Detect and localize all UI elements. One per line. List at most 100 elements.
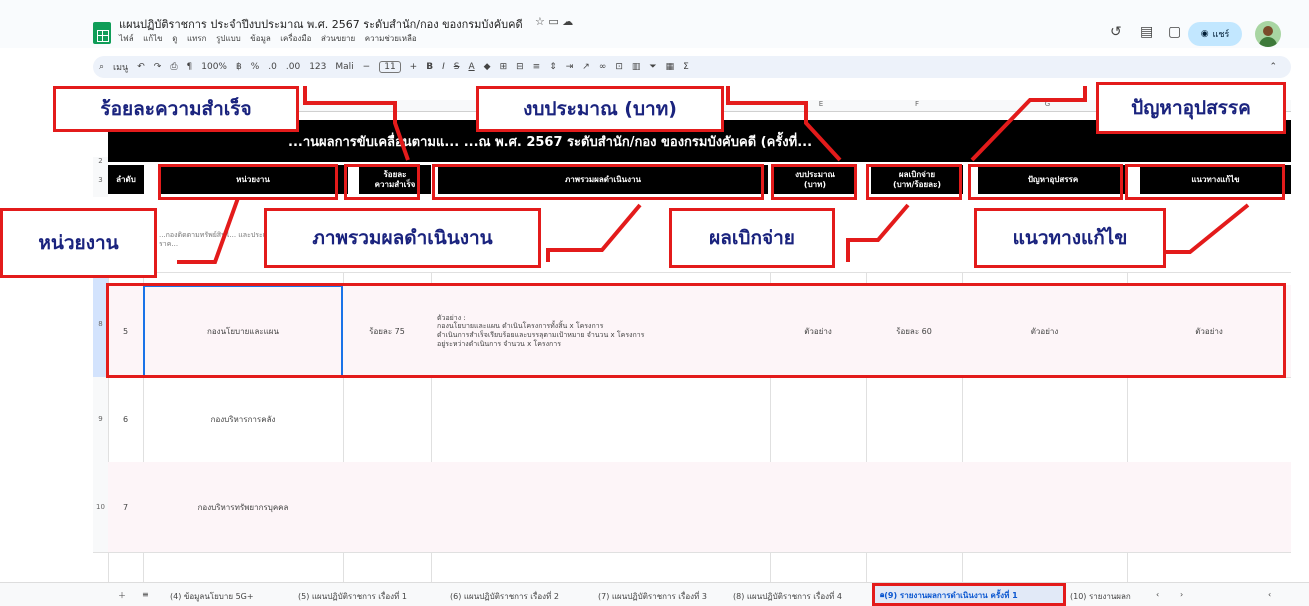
title-bar: แผนปฏิบัติราชการ ประจำปีงบประมาณ พ.ศ. 25… <box>0 0 1309 48</box>
bold-button[interactable]: B <box>426 62 433 72</box>
row-header[interactable]: 10 <box>93 462 108 552</box>
row-order[interactable]: 6 <box>108 377 143 462</box>
scroll-tabs-left-icon[interactable]: ‹ <box>1156 590 1159 599</box>
text-color-button[interactable]: A <box>468 62 474 72</box>
document-title[interactable]: แผนปฏิบัติราชการ ประจำปีงบประมาณ พ.ศ. 25… <box>119 15 523 33</box>
filter-icon[interactable]: ⏷ <box>649 62 656 72</box>
borders-icon[interactable]: ⊞ <box>500 62 508 72</box>
callout-unit: หน่วยงาน <box>0 208 157 278</box>
row-unit[interactable]: กองบริหารการคลัง <box>143 377 343 462</box>
paint-format-icon[interactable]: ¶ <box>187 62 193 72</box>
scroll-tabs-right-icon[interactable]: › <box>1180 590 1183 599</box>
number-format[interactable]: 123 <box>309 62 326 72</box>
highlight-summary-header <box>432 164 764 200</box>
sheet-tab[interactable]: (10) รายงานผลก <box>1070 590 1131 603</box>
avatar[interactable] <box>1255 21 1281 47</box>
fill-color-icon[interactable]: ◆ <box>484 62 491 72</box>
collapse-toolbar-icon[interactable]: ⌃ <box>1269 62 1277 72</box>
highlight-example-row <box>106 283 1286 378</box>
highlight-unit-header <box>158 164 338 200</box>
highlight-percent-header <box>344 164 420 200</box>
highlight-active-tab <box>872 583 1066 606</box>
menu-data[interactable]: ข้อมูล <box>250 34 270 43</box>
chart-icon[interactable]: ▥ <box>632 62 641 72</box>
row-order[interactable]: 7 <box>108 462 143 552</box>
wrap-icon[interactable]: ⇥ <box>566 62 574 72</box>
functions-button[interactable]: Σ <box>683 62 689 72</box>
zoom-select[interactable]: 100% <box>201 62 227 72</box>
callout-summary: ภาพรวมผลดำเนินงาน <box>264 208 541 268</box>
currency-format[interactable]: ฿ <box>236 62 242 72</box>
folder-icon[interactable]: ▭ <box>548 15 558 28</box>
all-sheets-icon[interactable]: ≡ <box>142 590 149 599</box>
menu-tools[interactable]: เครื่องมือ <box>280 34 311 43</box>
font-size-increase[interactable]: + <box>410 62 418 72</box>
print-icon[interactable]: ⎙ <box>170 62 177 72</box>
sheets-window: แผนปฏิบัติราชการ ประจำปีงบประมาณ พ.ศ. 25… <box>0 0 1309 606</box>
sheet-tab[interactable]: (8) แผนปฏิบัติราชการ เรื่องที่ 4 <box>733 590 842 603</box>
callout-budget: งบประมาณ (บาท) <box>476 86 724 132</box>
increase-decimal[interactable]: .00 <box>286 62 300 72</box>
sheet-tab[interactable]: (4) ข้อมูลนโยบาย 5G+ <box>170 590 254 603</box>
search-menus[interactable]: เมนู <box>113 60 128 74</box>
meet-icon[interactable]: ▢ <box>1168 24 1181 40</box>
grid-line <box>93 272 1291 273</box>
column-header-e[interactable]: E <box>773 100 869 108</box>
menu-insert[interactable]: แทรก <box>187 34 207 43</box>
sheet-tabs-bar: ＋ ≡ (4) ข้อมูลนโยบาย 5G+ (5) แผนปฏิบัติร… <box>0 582 1309 606</box>
redo-icon[interactable]: ↷ <box>154 62 162 72</box>
callout-solution: แนวทางแก้ไข <box>974 208 1166 268</box>
sheet-tab[interactable]: (5) แผนปฏิบัติราชการ เรื่องที่ 1 <box>298 590 407 603</box>
menu-edit[interactable]: แก้ไข <box>143 34 163 43</box>
row-header[interactable]: 9 <box>93 377 108 462</box>
search-icon[interactable]: ⌕ <box>99 62 104 72</box>
toolbar: ⌕ เมนู ↶ ↷ ⎙ ¶ 100% ฿ % .0 .00 123 Mali … <box>93 56 1291 78</box>
share-button[interactable]: ◉ แชร์ <box>1188 22 1242 46</box>
cloud-status-icon: ☁ <box>562 15 574 28</box>
menu-view[interactable]: ดู <box>172 34 177 43</box>
highlight-problem-header <box>968 164 1123 200</box>
sheets-logo-icon[interactable] <box>93 22 111 44</box>
menu-format[interactable]: รูปแบบ <box>216 34 241 43</box>
comment-icon[interactable]: ⊡ <box>615 62 623 72</box>
sheet-tab[interactable]: (6) แผนปฏิบัติราชการ เรื่องที่ 2 <box>450 590 559 603</box>
menu-extensions[interactable]: ส่วนขยาย <box>321 34 355 43</box>
header-order[interactable]: ลำดับ <box>108 165 144 194</box>
strikethrough-button[interactable]: S <box>454 62 460 72</box>
callout-problem: ปัญหาอุปสรรค <box>1096 82 1286 134</box>
sidebar-collapse-icon[interactable]: ‹ <box>1268 590 1271 599</box>
font-select[interactable]: Mali <box>335 62 353 72</box>
comments-icon[interactable]: ▤ <box>1140 24 1153 40</box>
highlight-disbursement-header <box>866 164 962 200</box>
row-header[interactable]: 3 <box>93 163 108 197</box>
grid-line <box>93 552 1291 553</box>
title-actions: ☆ ▭ ☁ <box>535 15 573 28</box>
sheet-tab[interactable]: (7) แผนปฏิบัติราชการ เรื่องที่ 3 <box>598 590 707 603</box>
font-size-input[interactable]: 11 <box>379 61 401 73</box>
filter-views-icon[interactable]: ▦ <box>666 62 675 72</box>
globe-icon: ◉ <box>1200 29 1209 39</box>
font-size-decrease[interactable]: − <box>363 62 371 72</box>
rotate-icon[interactable]: ↗ <box>582 62 590 72</box>
menu-bar: ไฟล์ แก้ไข ดู แทรก รูปแบบ ข้อมูล เครื่อง… <box>119 32 424 45</box>
merge-icon[interactable]: ⊟ <box>516 62 524 72</box>
column-header-f[interactable]: F <box>869 100 965 108</box>
add-sheet-icon[interactable]: ＋ <box>118 590 126 601</box>
italic-button[interactable]: I <box>442 62 445 72</box>
menu-help[interactable]: ความช่วยเหลือ <box>365 34 417 43</box>
decrease-decimal[interactable]: .0 <box>268 62 277 72</box>
highlight-solution-header <box>1125 164 1285 200</box>
row-unit[interactable]: กองบริหารทรัพยากรบุคคล <box>143 462 343 552</box>
callout-disbursement: ผลเบิกจ่าย <box>669 208 835 268</box>
callout-percent: ร้อยละความสำเร็จ <box>53 86 299 132</box>
link-icon[interactable]: ∞ <box>599 62 607 72</box>
history-icon[interactable]: ↺ <box>1110 24 1122 40</box>
star-icon[interactable]: ☆ <box>535 15 545 28</box>
share-label: แชร์ <box>1212 30 1230 40</box>
undo-icon[interactable]: ↶ <box>137 62 145 72</box>
menu-file[interactable]: ไฟล์ <box>119 34 134 43</box>
align-icon[interactable]: ≡ <box>533 62 541 72</box>
percent-format[interactable]: % <box>251 62 260 72</box>
valign-icon[interactable]: ⇕ <box>549 62 557 72</box>
highlight-budget-header <box>771 164 857 200</box>
